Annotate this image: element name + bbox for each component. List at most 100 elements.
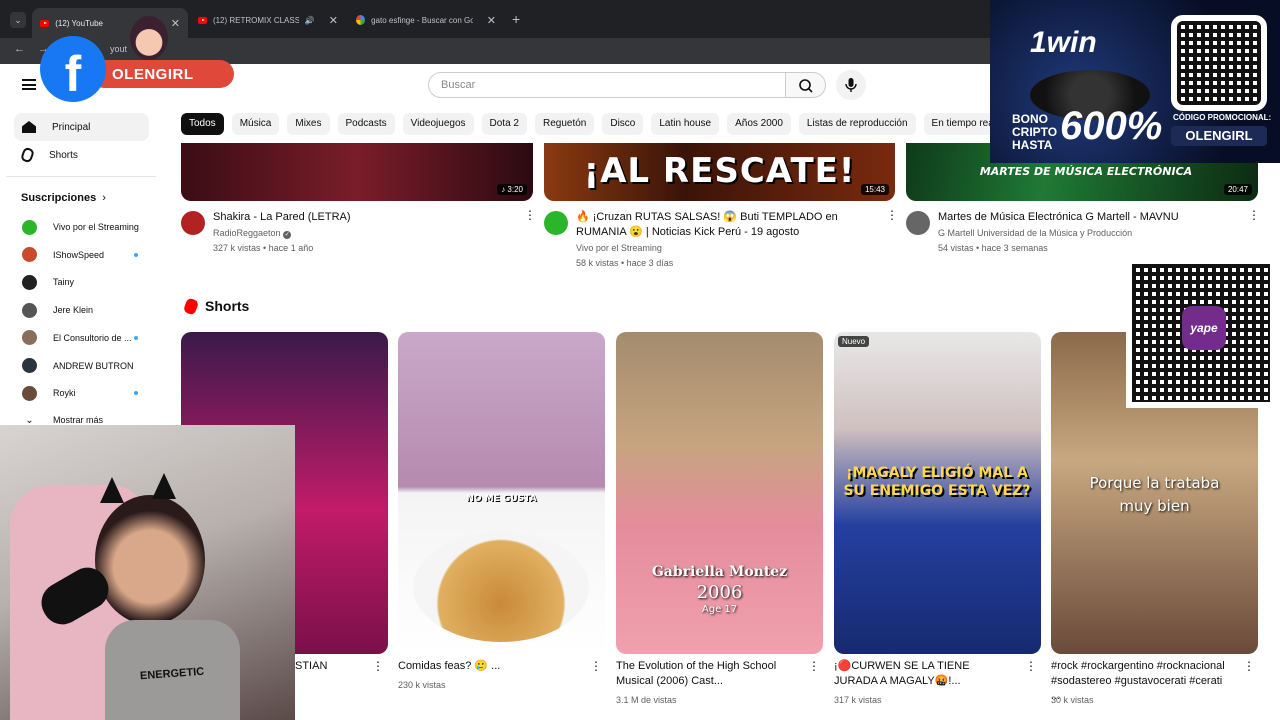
short-thumbnail[interactable]: Gabriella Montez 2006 Age 17 [616,332,823,654]
avatar [22,274,37,290]
short-title[interactable]: Comidas feas? 🥲 ... [398,659,578,674]
more-options-icon[interactable]: ⋮ [590,660,602,672]
thumbnail-overlay-text: ¡MAGALY ELIGIÓ MAL A SU ENEMIGO ESTA VEZ… [843,465,1031,499]
close-tab-icon[interactable]: ✕ [487,14,496,27]
tab-search-icon[interactable]: ⌄ [10,12,26,28]
chip-mixes[interactable]: Mixes [287,113,330,135]
subscription-item[interactable]: IShowSpeed [22,245,152,265]
short-title[interactable]: The Evolution of the High School Musical… [616,659,796,689]
chip-disco[interactable]: Disco [602,113,644,135]
thumbnail-overlay-text: MARTES DE MÚSICA ELECTRÓNICA [979,165,1193,178]
subscription-label: Tainy [53,277,75,288]
cat-ears-left [100,477,124,503]
more-options-icon[interactable]: ⋮ [1243,660,1255,672]
chip-reguetón[interactable]: Reguetón [534,113,595,135]
avatar [22,330,37,346]
avatar [22,385,37,401]
duration-badge: 20:47 [1223,184,1252,195]
duration-text: 20:47 [1227,185,1248,194]
subscription-item[interactable]: ANDREW BUTRON [22,356,152,376]
sidebar-item-label: Principal [52,121,91,133]
subscription-item[interactable]: Vivo por el Streaming [22,217,152,237]
channel-avatar[interactable] [544,211,568,235]
short-thumbnail[interactable]: Nuevo ¡MAGALY ELIGIÓ MAL A SU ENEMIGO ES… [834,332,1041,654]
voice-search-button[interactable] [836,70,866,100]
more-options-icon[interactable]: ⋮ [1025,660,1037,672]
video-meta: 54 vistas • hace 3 semanas [938,243,1048,253]
duration-badge: 15:43 [860,184,889,195]
verified-icon: ✓ [283,231,292,239]
short-title[interactable]: ¡🔴CURWEN SE LA TIENE JURADA A MAGALY🤬!..… [834,659,1014,689]
channel-name[interactable]: Vivo por el Streaming [576,241,662,256]
duration-badge: ♪ 3:20 [497,184,527,195]
back-arrow-icon[interactable]: ← [14,43,25,55]
channel-avatar[interactable] [906,211,930,235]
more-options-icon[interactable]: ⋮ [808,660,820,672]
new-content-dot [134,391,138,396]
more-options-icon[interactable]: ⋮ [886,209,898,221]
search-input[interactable]: Buscar [428,72,786,98]
search-button[interactable] [786,72,826,98]
menu-icon[interactable] [22,79,36,90]
new-content-dot [134,252,138,257]
short-thumbnail[interactable]: NO ME GUSTA [398,332,605,654]
more-options-icon[interactable]: ⋮ [1248,209,1260,221]
sidebar-item-principal[interactable]: Principal [14,113,149,141]
promo-line3: HASTA [1012,138,1053,152]
new-tab-button[interactable]: + [512,11,520,27]
chip-listas-de-reproducción[interactable]: Listas de reproducción [798,113,916,135]
promo-code-label: CÓDIGO PROMOCIONAL: [1173,113,1272,122]
shorts-section-heading: Shorts [182,296,249,316]
video-thumbnail[interactable]: ♪ 3:20 [181,143,533,201]
streamer-head [95,495,205,625]
video-thumbnail[interactable]: ¡AL RESCATE! 15:43 [544,143,895,201]
avatar [22,358,37,373]
close-tab-icon[interactable]: ✕ [329,14,338,27]
chip-podcasts[interactable]: Podcasts [337,113,395,135]
subscriptions-heading[interactable]: Suscripciones › [21,192,106,204]
channel-avatar[interactable] [181,211,205,235]
thumbnail-overlay-text: Porque la trataba muy bien [1089,474,1220,515]
chip-música[interactable]: Música [231,113,280,135]
chevron-down-icon: ⌄ [25,414,34,426]
subscription-label: El Consultorio de ... [53,332,132,343]
channel-name[interactable]: RadioReggaeton ✓ [213,226,292,241]
chip-todos[interactable]: Todos [181,113,224,135]
video-meta: 327 k vistas • hace 1 año [213,243,314,253]
webcam-feed: ENERGETIC [0,425,295,720]
streamer-username: OLENGIRL [112,66,194,83]
sidebar-item-shorts[interactable]: Shorts [14,141,149,169]
chip-años-2000[interactable]: Años 2000 [727,113,791,135]
home-icon [22,121,36,133]
subscription-item[interactable]: Tainy [22,272,152,292]
chip-latin-house[interactable]: Latin house [651,113,720,135]
google-favicon-icon [356,15,366,25]
video-title[interactable]: Shakira - La Pared (LETRA) [213,210,513,225]
chip-dota-2[interactable]: Dota 2 [481,113,527,135]
video-title[interactable]: Martes de Música Electrónica G Martell -… [938,210,1238,225]
close-tab-icon[interactable]: ✕ [171,17,180,30]
tab-google-search[interactable]: gato esfinge - Buscar con Goog ✕ [348,8,504,32]
tab-title: gato esfinge - Buscar con Goog [371,15,473,25]
more-options-icon[interactable]: ⋮ [524,209,536,221]
short-views: 317 k vistas [834,695,882,705]
short-views: 3.1 M de vistas [616,695,677,705]
shorts-icon [19,146,36,164]
filter-chips: Todos Música Mixes Podcasts Videojuegos Dota … [181,113,1005,135]
subscription-item[interactable]: Royki [22,383,152,403]
thumbnail-overlay-text: NO ME GUSTA [466,494,537,504]
more-options-icon[interactable]: ⋮ [372,660,384,672]
channel-name[interactable]: G Martell Universidad de la Música y Pro… [938,226,1132,241]
speaker-icon[interactable]: 🔊 [305,16,315,25]
youtube-favicon-icon [198,16,207,24]
subscription-item[interactable]: El Consultorio de ... [22,328,152,348]
shorts-logo-icon [182,296,200,316]
tab-retromix[interactable]: (12) RETROMIX CLASSIC 80 🔊 ✕ [190,8,346,32]
cat-ears-right [152,473,176,499]
promo-banner: 1win BONO CRIPTO HASTA 600% CÓDIGO PROMO… [990,0,1280,163]
subscription-item[interactable]: Jere Klein [22,300,152,320]
chevron-right-icon: › [102,192,106,204]
video-title[interactable]: 🔥 ¡Cruzan RUTAS SALSAS! 😱 Buti TEMPLADO … [576,210,876,240]
chip-videojuegos[interactable]: Videojuegos [402,113,474,135]
subscription-label: ANDREW BUTRON [53,360,134,371]
